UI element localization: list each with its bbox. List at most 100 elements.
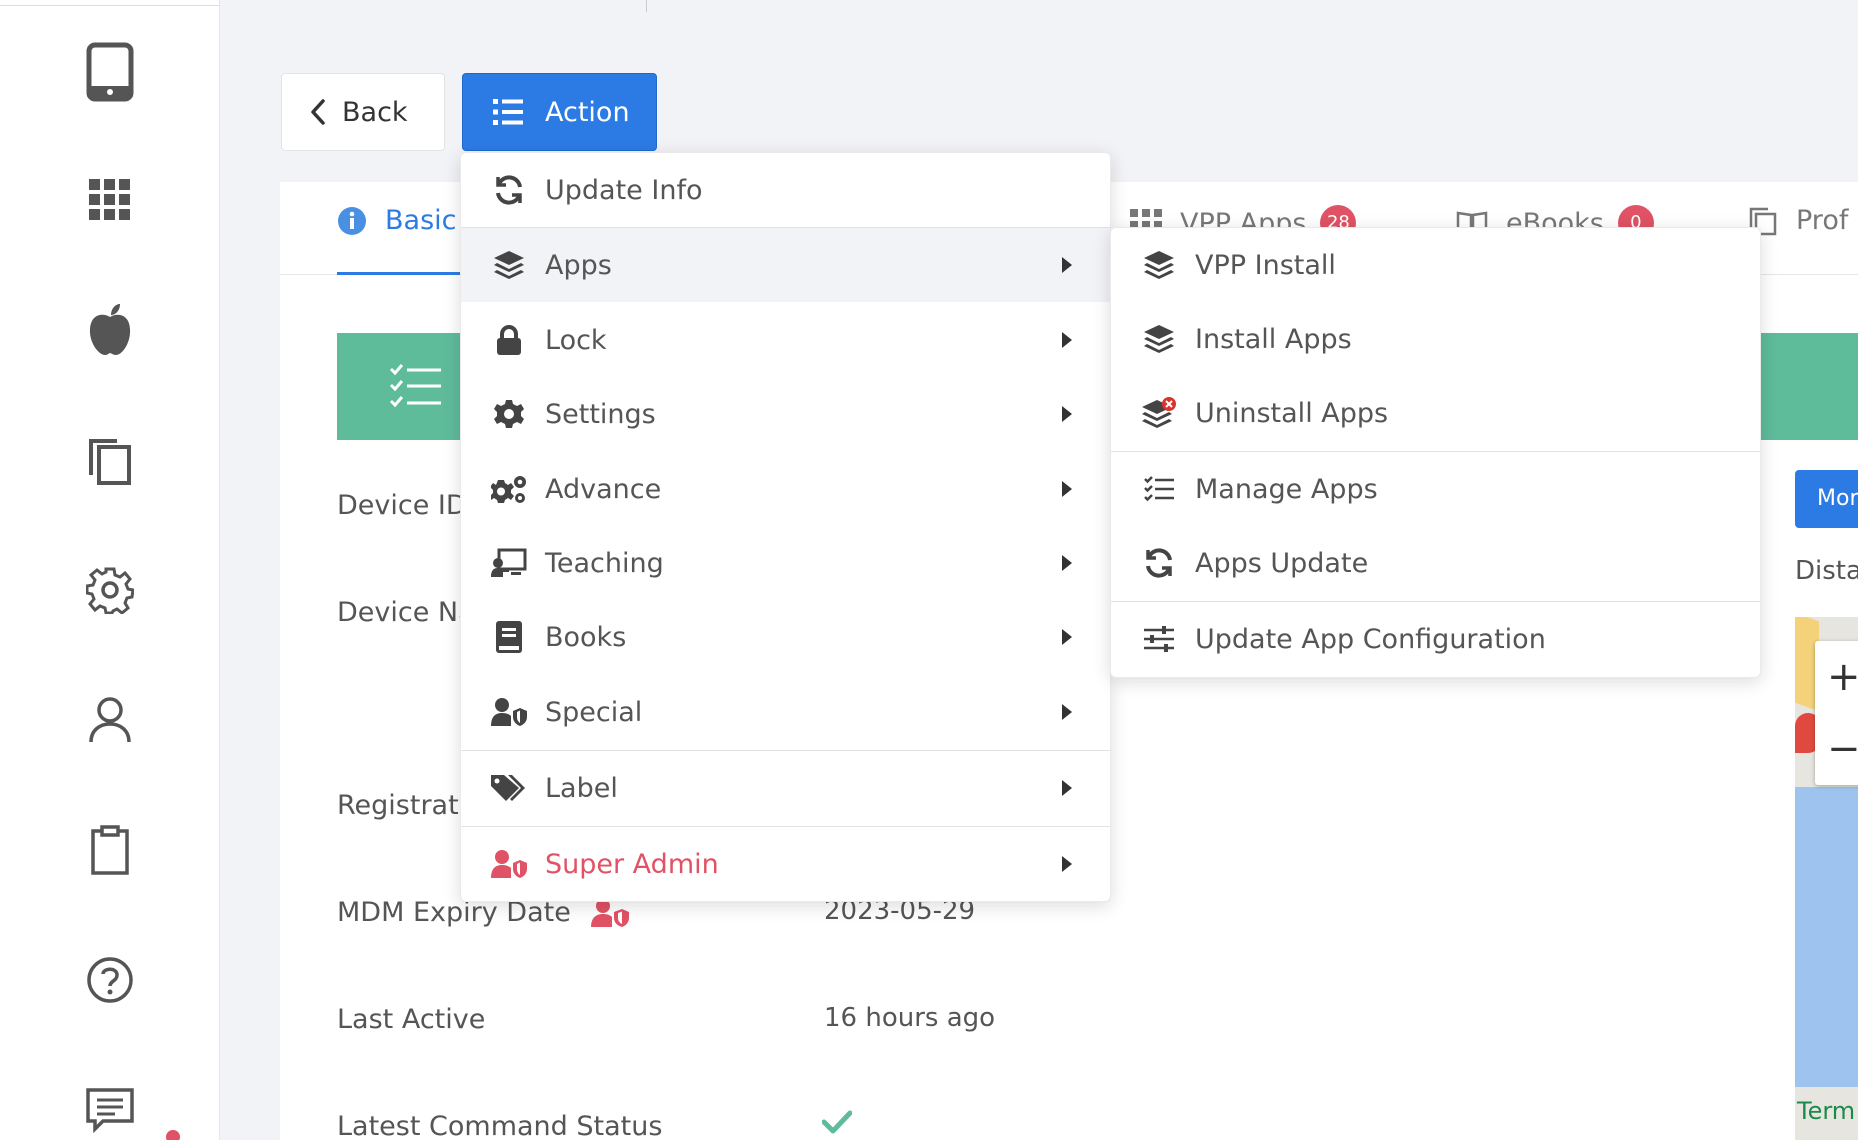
last-active-value: 16 hours ago <box>824 1003 996 1033</box>
menu-item-apps[interactable]: Apps <box>461 228 1110 302</box>
caret-right-icon <box>1062 332 1072 348</box>
menu-item-label: Advance <box>545 473 662 505</box>
list-icon <box>493 99 523 125</box>
copy-icon[interactable] <box>80 430 140 490</box>
header-divider <box>646 0 647 12</box>
apps-grid-icon[interactable] <box>80 170 140 230</box>
tablet-icon[interactable] <box>80 42 140 102</box>
map-place-label: Term <box>1797 1097 1856 1125</box>
submenu-item-vpp-install[interactable]: VPP Install <box>1111 228 1760 302</box>
menu-item-label-tags[interactable]: Label <box>461 751 1110 825</box>
device-name-label: Device Na <box>337 597 475 628</box>
gear-icon[interactable] <box>80 560 140 620</box>
caret-right-icon <box>1062 406 1072 422</box>
chevron-left-icon <box>310 98 326 126</box>
menu-item-advance[interactable]: Advance <box>461 452 1110 526</box>
tags-icon <box>491 770 527 806</box>
action-button[interactable]: Action <box>462 73 657 151</box>
menu-item-books[interactable]: Books <box>461 600 1110 674</box>
user-shield-icon <box>590 898 629 928</box>
user-icon[interactable] <box>80 690 140 750</box>
gear-icon <box>491 396 527 432</box>
submenu-item-apps-update[interactable]: Apps Update <box>1111 526 1760 600</box>
menu-item-settings[interactable]: Settings <box>461 377 1110 451</box>
zoom-in-button[interactable]: + <box>1815 641 1858 713</box>
layers-remove-icon <box>1141 395 1177 431</box>
notification-dot <box>166 1130 180 1140</box>
gears-icon <box>491 471 527 507</box>
submenu-item-manage-apps[interactable]: Manage Apps <box>1111 452 1760 526</box>
distance-label: Dista <box>1795 556 1858 586</box>
menu-item-label: Books <box>545 621 627 653</box>
menu-item-label: Teaching <box>545 547 664 579</box>
caret-right-icon <box>1062 704 1072 720</box>
submenu-item-label: Update App Configuration <box>1195 623 1546 655</box>
help-icon[interactable] <box>80 950 140 1010</box>
menu-item-special[interactable]: Special <box>461 675 1110 749</box>
menu-item-label: Update Info <box>545 174 703 206</box>
active-tab-indicator <box>337 272 467 275</box>
menu-item-label: Special <box>545 696 643 728</box>
more-button[interactable]: Mor <box>1795 470 1858 528</box>
tab-basic-label: Basic <box>385 205 457 236</box>
map-water <box>1795 787 1858 1087</box>
submenu-item-uninstall-apps[interactable]: Uninstall Apps <box>1111 376 1760 450</box>
submenu-item-label: Apps Update <box>1195 547 1369 579</box>
layers-icon <box>491 247 527 283</box>
device-id-label: Device ID <box>337 490 467 521</box>
menu-item-label: Lock <box>545 324 607 356</box>
latest-command-label: Latest Command Status <box>337 1111 663 1140</box>
menu-item-label: Apps <box>545 249 612 281</box>
location-map[interactable]: + − Term <box>1795 617 1858 1140</box>
menu-item-lock[interactable]: Lock <box>461 303 1110 377</box>
caret-right-icon <box>1062 629 1072 645</box>
layers-icon <box>1141 247 1177 283</box>
submenu-item-install-apps[interactable]: Install Apps <box>1111 302 1760 376</box>
back-button-label: Back <box>342 96 408 128</box>
sidebar-top-border <box>0 0 220 6</box>
clipboard-icon[interactable] <box>80 820 140 880</box>
lock-icon <box>491 322 527 358</box>
tab-profiles-label: Prof <box>1796 205 1849 236</box>
tab-basic[interactable]: Basic <box>337 205 456 236</box>
map-zoom-control: + − <box>1815 641 1858 785</box>
menu-item-label: Label <box>545 772 618 804</box>
teaching-icon <box>491 545 527 581</box>
submenu-item-label: Manage Apps <box>1195 473 1378 505</box>
tasks-list-icon <box>1141 471 1177 507</box>
check-icon <box>822 1110 852 1134</box>
caret-right-icon <box>1062 481 1072 497</box>
menu-item-label: Super Admin <box>545 848 719 880</box>
caret-right-icon <box>1062 856 1072 872</box>
action-button-label: Action <box>545 96 630 128</box>
menu-item-teaching[interactable]: Teaching <box>461 526 1110 600</box>
message-icon[interactable] <box>80 1080 140 1140</box>
tasks-list-icon <box>389 363 441 409</box>
menu-item-label: Settings <box>545 398 656 430</box>
apple-icon[interactable] <box>80 300 140 360</box>
info-icon <box>337 206 367 236</box>
caret-right-icon <box>1062 555 1072 571</box>
apps-submenu: VPP Install Install Apps Uninstall Apps … <box>1110 227 1761 678</box>
caret-right-icon <box>1062 257 1072 273</box>
submenu-item-label: Install Apps <box>1195 323 1352 355</box>
sync-icon <box>1141 545 1177 581</box>
tab-profiles[interactable]: Prof <box>1748 205 1848 236</box>
caret-right-icon <box>1062 780 1072 796</box>
book-icon <box>491 619 527 655</box>
submenu-item-update-app-configuration[interactable]: Update App Configuration <box>1111 602 1760 676</box>
back-button[interactable]: Back <box>281 73 445 151</box>
sliders-icon <box>1141 621 1177 657</box>
action-menu: Update Info Apps Lock Settings Advance T… <box>460 152 1111 902</box>
registration-label: Registrati <box>337 790 467 821</box>
sync-icon <box>491 172 527 208</box>
menu-item-update-info[interactable]: Update Info <box>461 153 1110 227</box>
sidebar <box>0 0 220 1140</box>
zoom-out-button[interactable]: − <box>1815 713 1858 785</box>
menu-item-super-admin[interactable]: Super Admin <box>461 827 1110 901</box>
submenu-item-label: VPP Install <box>1195 249 1336 281</box>
last-active-label: Last Active <box>337 1004 486 1035</box>
layers-icon <box>1141 321 1177 357</box>
submenu-item-label: Uninstall Apps <box>1195 397 1389 429</box>
user-shield-icon <box>491 694 527 730</box>
